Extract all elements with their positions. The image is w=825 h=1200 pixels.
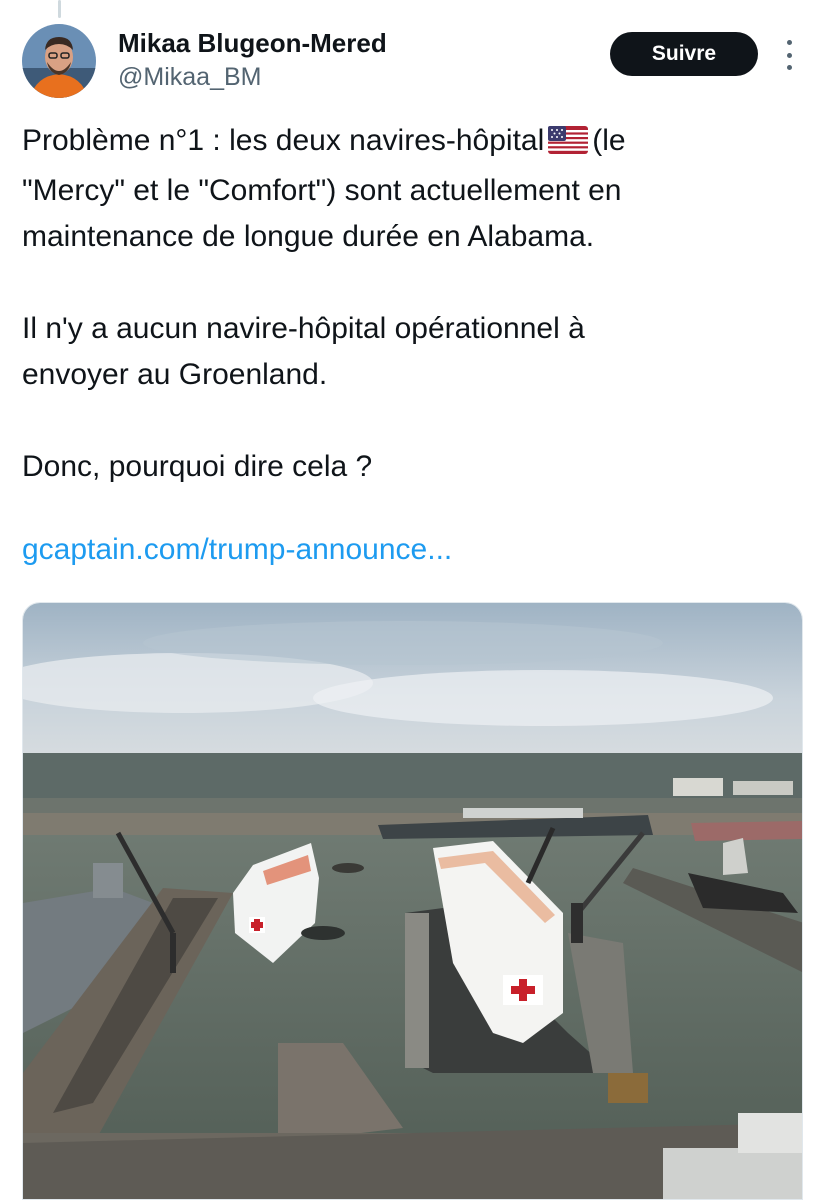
article-link[interactable]: gcaptain.com/trump-announce... bbox=[22, 527, 452, 573]
author-handle[interactable]: @Mikaa_BM bbox=[118, 62, 261, 92]
tweet-line: Problème n°1 : les deux navires-hôpital … bbox=[22, 118, 803, 168]
tweet-line: Donc, pourquoi dire cela ? bbox=[22, 450, 373, 483]
tweet-line: maintenance de longue durée en Alabama. bbox=[22, 220, 595, 253]
tweet-media-photo[interactable] bbox=[22, 602, 803, 1200]
tweet-text: Problème n°1 : les deux navires-hôpital … bbox=[22, 118, 803, 490]
tweet-line: Il n'y a aucun navire-hôpital opérationn… bbox=[22, 312, 585, 345]
tweet-header: Mikaa Blugeon-Mered @Mikaa_BM Suivre bbox=[22, 24, 803, 100]
us-flag-icon bbox=[548, 122, 589, 168]
more-options-icon[interactable] bbox=[778, 40, 800, 70]
avatar[interactable] bbox=[22, 24, 96, 98]
thread-connector bbox=[58, 0, 61, 18]
tweet-line: "Mercy" et le "Comfort") sont actuelleme… bbox=[22, 174, 622, 207]
author-name[interactable]: Mikaa Blugeon-Mered bbox=[118, 27, 387, 59]
tweet-line: envoyer au Groenland. bbox=[22, 358, 328, 391]
follow-button[interactable]: Suivre bbox=[610, 32, 758, 76]
